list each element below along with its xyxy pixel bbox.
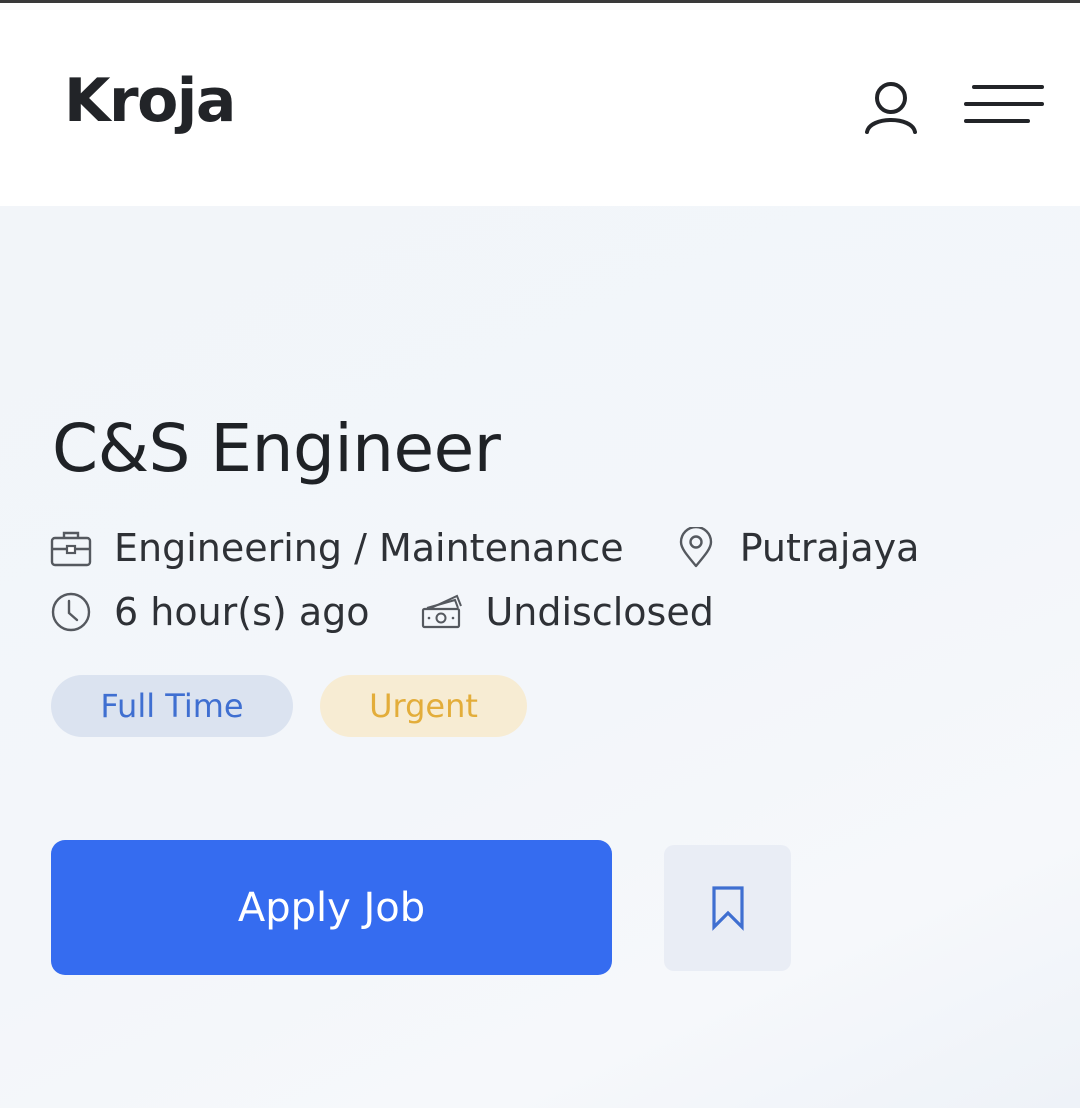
job-meta-row-2: 6 hour(s) ago Undisclosed [50,590,714,634]
briefcase-icon [50,531,92,567]
tag-full-time: Full Time [51,675,293,737]
money-icon [422,594,463,629]
bookmark-icon [711,886,744,931]
job-salary-text: Undisclosed [485,590,714,634]
job-category: Engineering / Maintenance [50,526,624,570]
job-location-text: Putrajaya [739,526,920,570]
job-location: Putrajaya [678,526,920,570]
job-meta-row-1: Engineering / Maintenance Putrajaya [50,526,919,570]
job-title: C&S Engineer [52,410,501,487]
clock-icon [51,592,91,632]
tag-urgent: Urgent [320,675,527,737]
bookmark-button[interactable] [664,845,791,971]
job-salary: Undisclosed [421,590,714,634]
job-posted: 6 hour(s) ago [50,590,369,634]
site-logo[interactable]: Kroja [64,71,236,131]
site-header: Kroja [0,3,1080,206]
job-posted-text: 6 hour(s) ago [114,590,370,634]
job-category-text: Engineering / Maintenance [114,526,624,570]
location-pin-icon [679,527,712,568]
user-icon[interactable] [862,81,920,135]
job-detail-page: Kroja C&S Engineer Engineering / Mainten… [0,0,1080,1108]
hamburger-menu-icon[interactable] [962,83,1044,127]
apply-job-button[interactable]: Apply Job [51,840,612,975]
